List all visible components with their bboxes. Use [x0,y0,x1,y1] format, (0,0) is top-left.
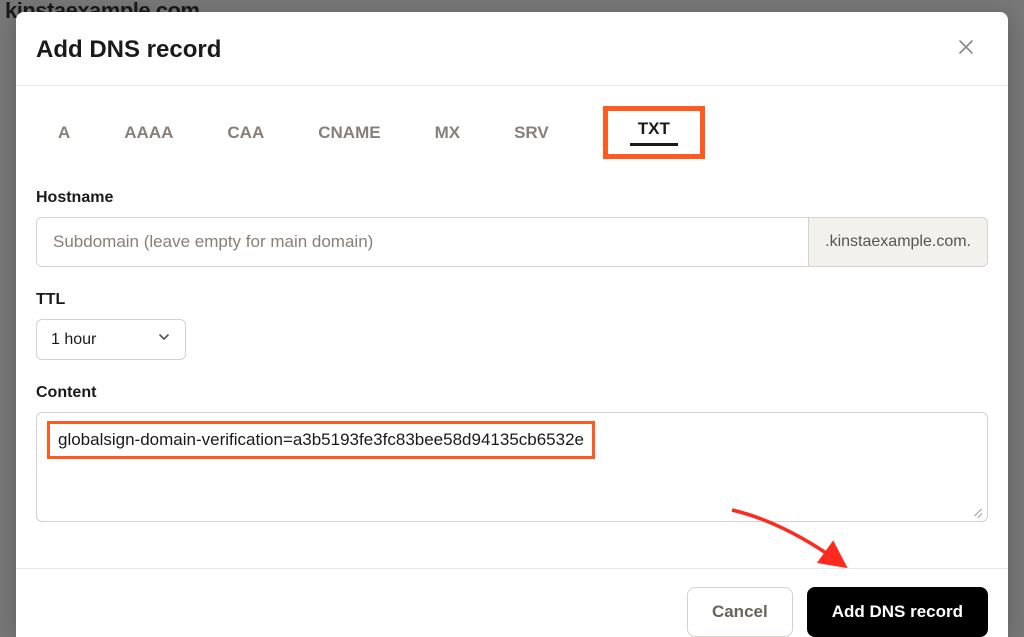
ttl-select[interactable]: 1 hour [36,319,186,360]
chevron-down-icon [157,330,171,349]
content-label: Content [36,384,988,402]
resize-handle-icon[interactable] [971,505,983,517]
hostname-input[interactable] [37,218,808,266]
ttl-group: TTL 1 hour [36,291,988,360]
tab-aaaa[interactable]: AAAA [124,119,173,147]
domain-suffix: .kinstaexample.com. [808,218,987,266]
modal-header: Add DNS record [16,12,1008,85]
tab-srv[interactable]: SRV [514,119,549,147]
hostname-group: Hostname .kinstaexample.com. [36,189,988,267]
content-group: Content globalsign-domain-verification=a… [36,384,988,522]
modal-footer: Cancel Add DNS record [16,568,1008,637]
ttl-label: TTL [36,291,988,309]
hostname-label: Hostname [36,189,988,207]
tab-txt[interactable]: TXT [630,117,678,146]
tab-caa[interactable]: CAA [227,119,264,147]
record-type-tabs: A AAAA CAA CNAME MX SRV TXT [16,86,1008,171]
cancel-button[interactable]: Cancel [687,587,793,637]
tab-mx[interactable]: MX [435,119,461,147]
hostname-input-row: .kinstaexample.com. [36,217,988,267]
add-dns-record-button[interactable]: Add DNS record [807,587,988,637]
ttl-value: 1 hour [51,331,96,349]
modal-body: Hostname .kinstaexample.com. TTL 1 hour … [16,171,1008,568]
content-textarea[interactable]: globalsign-domain-verification=a3b5193fe… [36,412,988,522]
add-dns-modal: Add DNS record A AAAA CAA CNAME MX SRV T… [16,12,1008,637]
close-icon [958,38,974,60]
tab-cname[interactable]: CNAME [318,119,380,147]
highlight-txt-tab: TXT [603,106,705,159]
tab-a[interactable]: A [58,119,70,147]
close-button[interactable] [952,32,980,67]
highlight-content-value: globalsign-domain-verification=a3b5193fe… [47,421,595,459]
modal-title: Add DNS record [36,36,221,64]
